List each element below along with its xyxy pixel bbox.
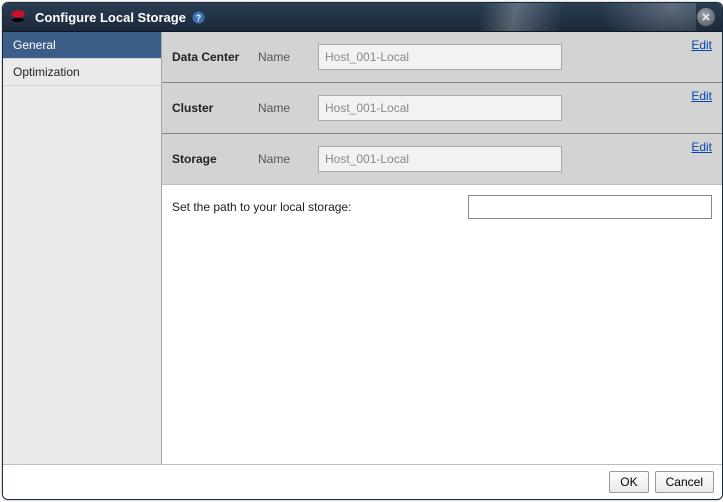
- help-icon[interactable]: ?: [192, 10, 206, 24]
- path-row: Set the path to your local storage:: [162, 185, 722, 219]
- entity-summary-block: Data Center Name Edit Cluster Name Edit …: [162, 32, 722, 185]
- edit-data-center-link[interactable]: Edit: [691, 38, 712, 52]
- path-label: Set the path to your local storage:: [172, 200, 351, 214]
- sidebar-item-optimization[interactable]: Optimization: [3, 59, 161, 86]
- row-field-label: Name: [258, 152, 318, 166]
- data-center-name-input: [318, 44, 562, 70]
- row-label: Cluster: [172, 101, 258, 115]
- dialog-body: General Optimization Data Center Name Ed…: [3, 32, 722, 464]
- edit-storage-link[interactable]: Edit: [691, 140, 712, 154]
- close-button[interactable]: [696, 7, 716, 27]
- sidebar-item-label: Optimization: [13, 65, 80, 79]
- configure-local-storage-dialog: Configure Local Storage ? General Optimi…: [2, 2, 723, 500]
- storage-name-input: [318, 146, 562, 172]
- sidebar-item-general[interactable]: General: [3, 32, 161, 59]
- sidebar: General Optimization: [3, 32, 162, 464]
- row-label: Data Center: [172, 50, 258, 64]
- content-pane: Data Center Name Edit Cluster Name Edit …: [162, 32, 722, 464]
- dialog-title: Configure Local Storage: [35, 10, 186, 25]
- row-data-center: Data Center Name Edit: [162, 32, 722, 82]
- storage-path-input[interactable]: [468, 195, 712, 219]
- ok-button[interactable]: OK: [609, 471, 648, 493]
- row-field-label: Name: [258, 101, 318, 115]
- sidebar-item-label: General: [13, 38, 56, 52]
- row-cluster: Cluster Name Edit: [162, 82, 722, 133]
- row-label: Storage: [172, 152, 258, 166]
- cancel-button[interactable]: Cancel: [655, 471, 714, 493]
- row-field-label: Name: [258, 50, 318, 64]
- titlebar-decoration: [216, 3, 696, 31]
- edit-cluster-link[interactable]: Edit: [691, 89, 712, 103]
- svg-text:?: ?: [196, 13, 202, 23]
- dialog-footer: OK Cancel: [3, 464, 722, 499]
- titlebar: Configure Local Storage ?: [3, 3, 722, 32]
- row-storage: Storage Name Edit: [162, 133, 722, 184]
- cluster-name-input: [318, 95, 562, 121]
- brand-icon: [9, 8, 27, 26]
